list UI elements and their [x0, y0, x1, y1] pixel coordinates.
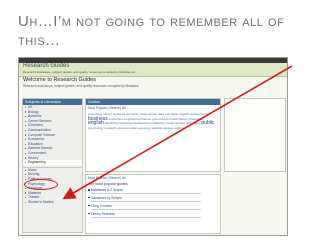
guides-subheading: The most popular guides [88, 182, 128, 186]
tag-cloud-text[interactable]: law library literature management market… [105, 121, 201, 125]
subjects-sidebar: Subjects & Librarians Art Biology Busine… [22, 98, 83, 233]
guide-item[interactable]: Citing Sources [88, 204, 218, 211]
tag-cloud: art biology career business chemistry cl… [88, 112, 218, 130]
guide-item[interactable]: Databases A-Z Search [88, 188, 218, 195]
slide-title-line-2: this… [18, 32, 61, 49]
empty-side-panel [224, 98, 286, 172]
guide-description-line [91, 193, 201, 195]
slide-title-line-1: Uh…I’m not going to remember all of [18, 13, 285, 30]
guide-description-line [91, 200, 201, 203]
tag-cloud-text[interactable]: economics engineering finance government… [109, 117, 204, 121]
site-tagline: Research assistance, subject guides, and… [23, 70, 138, 74]
highlight-circle [24, 179, 58, 190]
main-panel-tabs[interactable]: Most Popular | Recent | All [88, 106, 125, 110]
main-panel-header: Guides [86, 99, 220, 105]
guide-description-line [91, 216, 201, 219]
guide-item-title[interactable]: Databases by Subject [91, 196, 122, 200]
guide-item-title[interactable]: Citing Sources [91, 204, 112, 208]
sidebar-item-highlighted[interactable]: Engineering [23, 160, 82, 165]
welcome-subline: Research assistance, subject guides, and… [23, 84, 139, 88]
guides-tagcloud-panel: Guides Most Popular | Recent | All art b… [85, 98, 221, 172]
site-title[interactable]: Research Guides [23, 63, 69, 69]
guide-item[interactable]: Databases by Subject [88, 196, 218, 203]
tag-cloud-text[interactable]: psychology research science social socio… [88, 126, 184, 130]
guides-tabs[interactable]: Most Popular | Recent | All [88, 176, 125, 180]
guides-list: Databases A-Z Search Databases by Subjec… [88, 188, 218, 220]
popular-guides-panel: Most Popular | Recent | All The most pop… [85, 174, 221, 234]
guide-item[interactable]: Library Research [88, 212, 218, 219]
tag-cloud-keyword[interactable]: public [201, 120, 214, 126]
slide-title: Uh…I’m not going to remember all of this… [18, 12, 308, 50]
research-guides-screenshot: Research Guides Research assistance, sub… [18, 57, 288, 236]
guide-description-line [91, 208, 201, 211]
guide-item-title[interactable]: Databases A-Z Search [91, 188, 123, 192]
welcome-heading: Welcome to Research Guides [23, 77, 96, 83]
sidebar-sub-item[interactable]: Women's Studies [23, 200, 82, 205]
guide-item-title[interactable]: Library Research [91, 212, 115, 216]
